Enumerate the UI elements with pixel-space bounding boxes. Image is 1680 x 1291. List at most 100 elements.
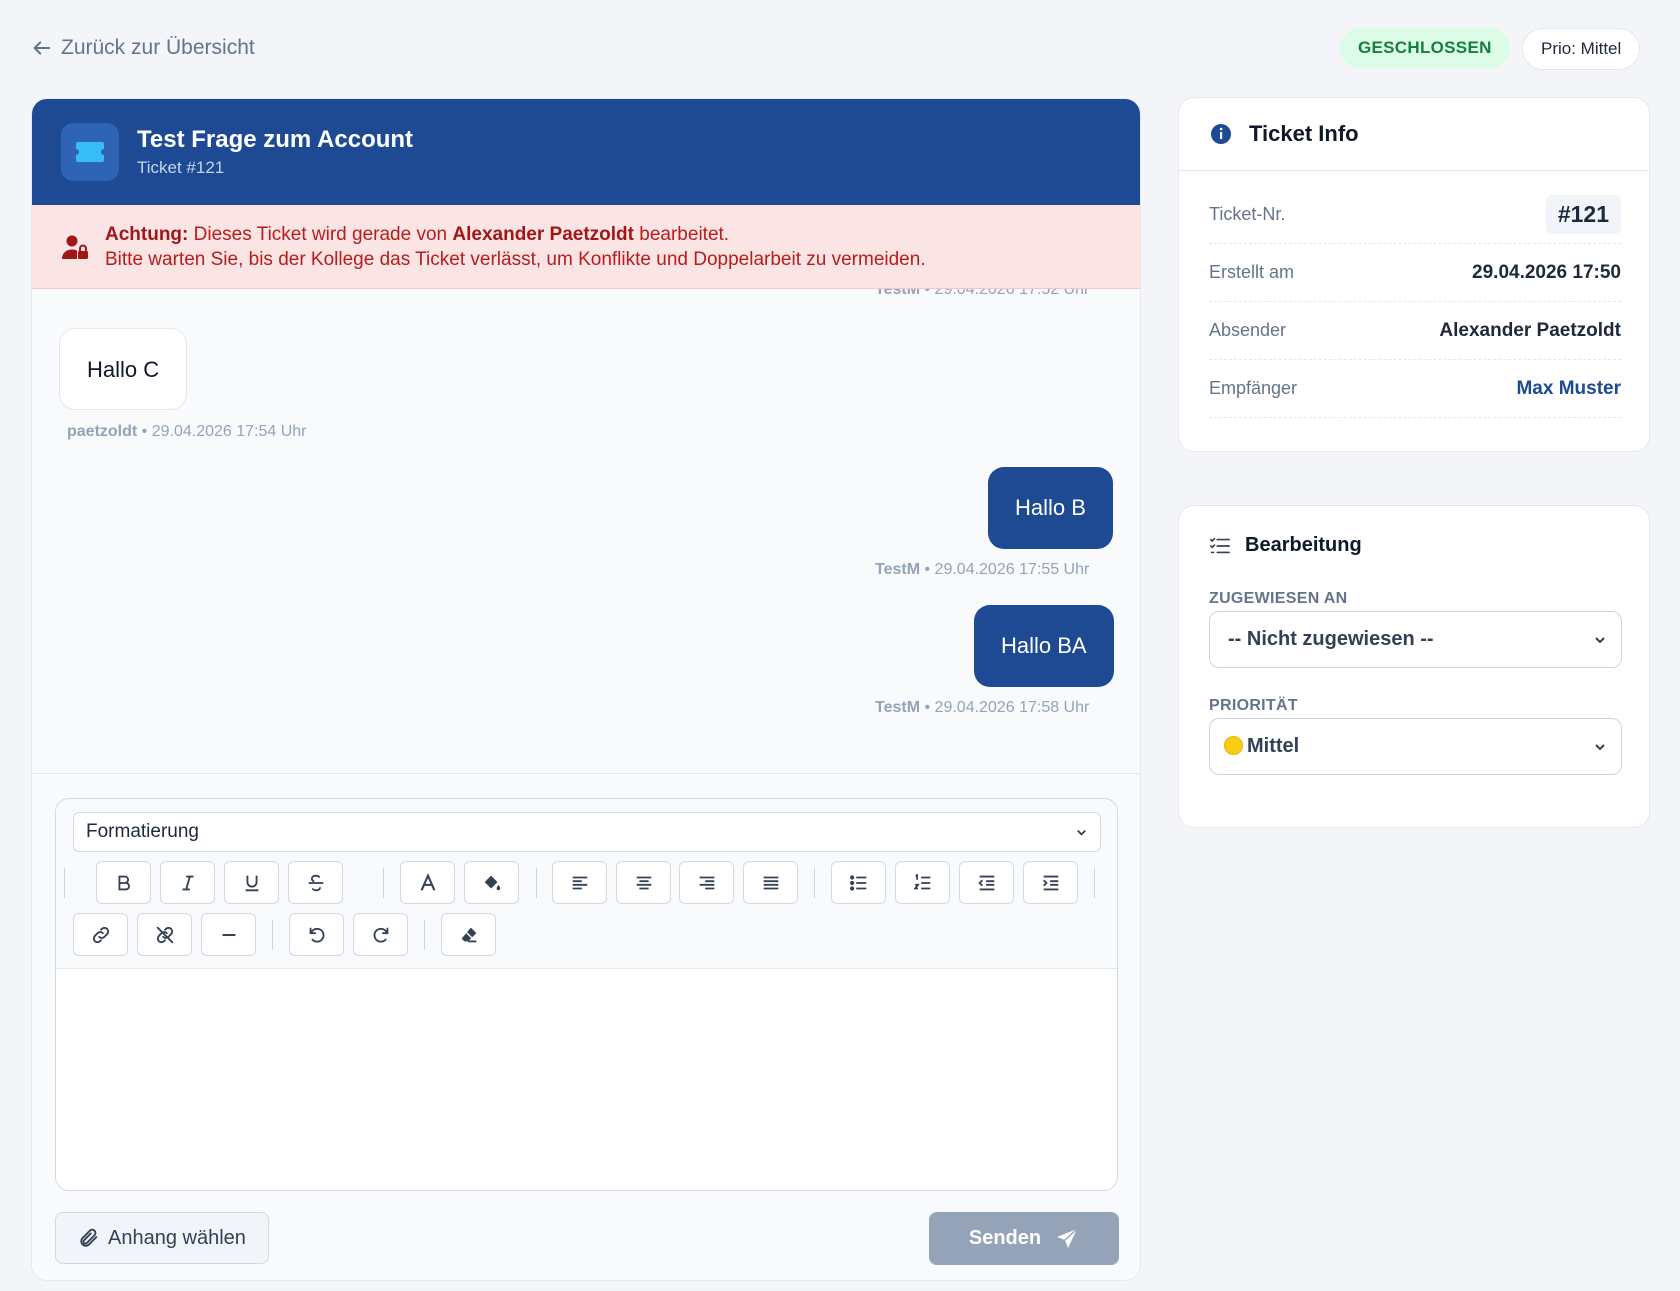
insert-link-button[interactable] [73, 913, 128, 956]
outdent-icon [977, 875, 994, 890]
eraser-icon [461, 927, 476, 942]
ticket-number-value: #121 [1545, 195, 1621, 234]
priority-label: PRIORITÄT [1209, 697, 1298, 714]
chevron-down-icon [1595, 637, 1605, 644]
italic-icon [182, 875, 193, 890]
align-center-icon [636, 876, 651, 889]
editor-toolbar: Formatierung [56, 799, 1117, 969]
bullet-list-button[interactable] [831, 861, 886, 904]
indent-icon [1042, 875, 1058, 890]
priority-dot-icon [1224, 736, 1243, 755]
ticket-title: Test Frage zum Account [137, 126, 414, 153]
numbered-list-icon [912, 872, 930, 889]
info-icon [1211, 124, 1231, 144]
arrow-left-icon [33, 41, 51, 55]
edit-card-header: Bearbeitung [1209, 534, 1362, 557]
list-check-icon [1210, 537, 1230, 553]
assign-select[interactable]: -- Nicht zugewiesen -- [1209, 611, 1622, 668]
ticket-header: Test Frage zum Account Ticket #121 [32, 99, 1140, 205]
back-link[interactable]: Zurück zur Übersicht [31, 36, 255, 60]
remove-link-button[interactable] [137, 913, 192, 956]
horizontal-rule-icon [222, 933, 235, 936]
alert-prefix: Achtung: [105, 223, 189, 245]
attach-file-button[interactable]: Anhang wählen [55, 1212, 269, 1264]
lock-alert: Achtung: Dieses Ticket wird gerade von A… [32, 205, 1140, 289]
edit-card-title: Bearbeitung [1245, 534, 1362, 556]
redo-button[interactable] [353, 913, 408, 956]
ticket-info-title: Ticket Info [1249, 121, 1359, 146]
outdent-button[interactable] [959, 861, 1014, 904]
undo-button[interactable] [289, 913, 344, 956]
italic-button[interactable] [160, 861, 215, 904]
priority-select[interactable]: Mittel [1209, 718, 1622, 775]
format-select[interactable]: Formatierung [73, 812, 1101, 852]
horizontal-rule-button[interactable] [201, 913, 256, 956]
user-lock-icon [62, 235, 88, 259]
paper-plane-icon [1057, 1227, 1078, 1248]
message-bubble-incoming: Hallo C [59, 328, 188, 410]
edit-card: Bearbeitung ZUGEWIESEN AN -- Nicht zugew… [1178, 505, 1650, 828]
ticket-info-card: Ticket Info Ticket-Nr. #121 Erstellt am … [1178, 97, 1650, 452]
alert-line-1: Achtung: Dieses Ticket wird gerade von A… [105, 222, 926, 247]
strikethrough-button[interactable] [288, 861, 343, 904]
message-meta: TestM • 29.04.2026 17:52 Uhr [875, 289, 1090, 298]
paint-bucket-icon [484, 875, 500, 890]
ticket-info-header: Ticket Info [1179, 98, 1649, 171]
send-button-label: Senden [968, 1227, 1042, 1249]
align-left-button[interactable] [552, 861, 607, 904]
attach-file-label: Anhang wählen [108, 1226, 246, 1249]
alert-line-2: Bitte warten Sie, bis der Kollege das Ti… [105, 248, 926, 270]
send-button[interactable]: Senden [929, 1212, 1119, 1265]
align-justify-icon [763, 876, 778, 889]
clear-format-button[interactable] [441, 913, 496, 956]
underline-icon [245, 875, 258, 891]
ticket-number: Ticket #121 [137, 158, 225, 177]
strikethrough-icon [308, 874, 323, 891]
alert-text-a: Dieses Ticket wird gerade von [188, 223, 453, 245]
underline-button[interactable] [224, 861, 279, 904]
assign-select-value: -- Nicht zugewiesen -- [1228, 628, 1434, 650]
message-list[interactable]: TestM • 29.04.2026 17:52 Uhr Hallo C pae… [32, 289, 1140, 773]
link-icon [92, 926, 109, 943]
align-center-button[interactable] [616, 861, 671, 904]
background-color-button[interactable] [464, 861, 519, 904]
status-badge: GESCHLOSSEN [1340, 28, 1510, 68]
format-select-value: Formatierung [86, 821, 199, 842]
message-meta: paetzoldt • 29.04.2026 17:54 Uhr [67, 423, 307, 440]
align-justify-button[interactable] [743, 861, 798, 904]
bold-button[interactable] [96, 861, 151, 904]
assign-label: ZUGEWIESEN AN [1209, 590, 1348, 607]
chevron-down-icon [1077, 829, 1086, 836]
align-right-icon [699, 876, 714, 889]
ticket-card: Test Frage zum Account Ticket #121 Achtu… [31, 98, 1141, 1281]
reply-composer: Formatierung Anhang wählen Senden [32, 773, 1140, 1280]
indent-button[interactable] [1023, 861, 1078, 904]
info-row-recipient: Empfänger Max Muster [1209, 360, 1621, 418]
priority-badge: Prio: Mittel [1522, 28, 1641, 70]
top-bar: Zurück zur Übersicht GESCHLOSSEN Prio: M… [31, 28, 1649, 70]
text-color-button[interactable] [400, 861, 455, 904]
info-row-created: Erstellt am 29.04.2026 17:50 [1209, 244, 1621, 302]
message-bubble-outgoing: Hallo B [988, 467, 1113, 549]
priority-select-value: Mittel [1247, 735, 1300, 757]
font-color-icon [420, 872, 435, 891]
undo-icon [309, 927, 324, 942]
info-row-ticket-number: Ticket-Nr. #121 [1209, 186, 1621, 244]
message-meta: TestM • 29.04.2026 17:55 Uhr [875, 561, 1090, 578]
bullet-list-icon [849, 874, 866, 891]
align-right-button[interactable] [679, 861, 734, 904]
message-meta: TestM • 29.04.2026 17:58 Uhr [875, 699, 1090, 716]
editor-content[interactable] [56, 969, 1117, 1190]
back-link-label: Zurück zur Übersicht [61, 36, 255, 59]
recipient-link[interactable]: Max Muster [1516, 378, 1621, 400]
chevron-down-icon [1595, 744, 1605, 751]
numbered-list-button[interactable] [895, 861, 950, 904]
unlink-icon [156, 926, 173, 943]
redo-icon [373, 927, 388, 942]
ticket-icon [61, 123, 119, 181]
rich-text-editor: Formatierung [55, 798, 1118, 1191]
bold-icon [118, 875, 130, 890]
alert-user: Alexander Paetzoldt [452, 223, 634, 245]
message-bubble-outgoing: Hallo BA [974, 605, 1114, 687]
info-row-sender: Absender Alexander Paetzoldt [1209, 302, 1621, 360]
